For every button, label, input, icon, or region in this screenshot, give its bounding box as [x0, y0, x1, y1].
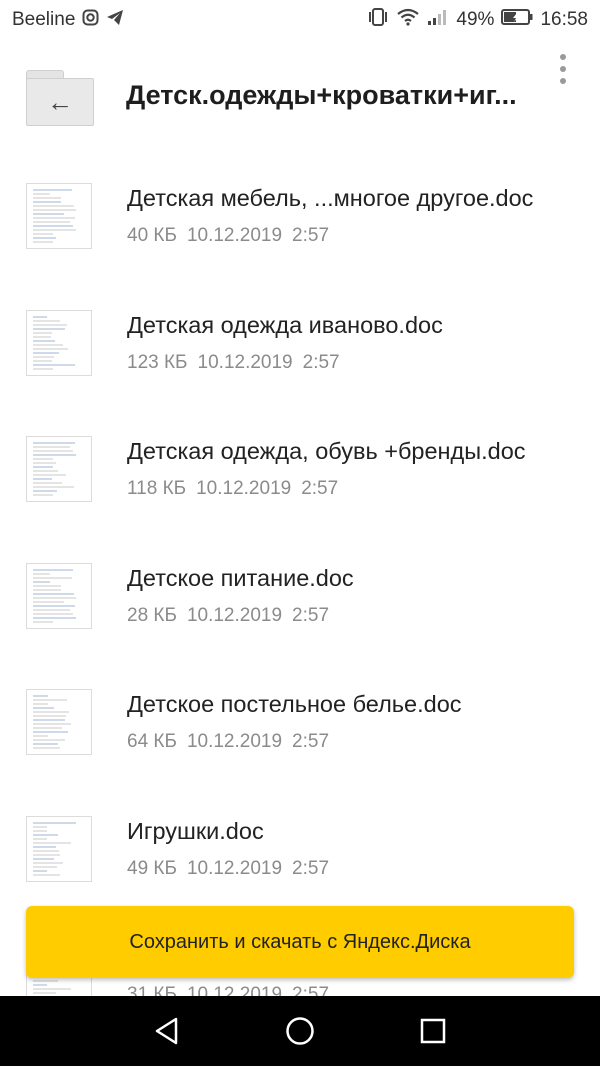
file-meta: 123 КБ 10.12.2019 2:57	[127, 352, 340, 373]
file-name: Детское питание.doc	[127, 565, 354, 591]
battery-percent: 49%	[456, 9, 495, 30]
file-meta: 28 КБ 10.12.2019 2:57	[127, 605, 330, 626]
folder-title: Детск.одежды+кроватки+иг...	[126, 80, 517, 110]
battery-icon	[501, 9, 533, 31]
list-item[interactable]: Детская одежда, обувь +бренды.doc 118 КБ…	[0, 436, 600, 562]
file-meta: 40 КБ 10.12.2019 2:57	[127, 225, 330, 246]
recents-nav-icon[interactable]	[418, 1016, 448, 1046]
doc-thumbnail-icon	[26, 183, 92, 249]
list-item[interactable]: Детское питание.doc 28 КБ 10.12.2019 2:57	[0, 563, 600, 689]
file-meta: 49 КБ 10.12.2019 2:57	[127, 858, 330, 879]
file-name: Игрушки.doc	[127, 818, 264, 844]
doc-thumbnail-icon	[26, 310, 92, 376]
home-nav-icon[interactable]	[285, 1016, 315, 1046]
list-item[interactable]: Детская одежда иваново.doc 123 КБ 10.12.2…	[0, 310, 600, 436]
signal-icon	[427, 8, 449, 32]
clock: 16:58	[540, 9, 588, 30]
doc-thumbnail-icon	[26, 689, 92, 755]
doc-thumbnail-icon	[26, 563, 92, 629]
wifi-icon	[396, 8, 420, 32]
instagram-icon	[82, 9, 99, 32]
header: ← Детск.одежды+кроватки+иг...	[0, 40, 600, 150]
doc-thumbnail-icon	[26, 816, 92, 882]
file-list: Детская мебель, ...многое другое.doc 40 …	[0, 150, 600, 1000]
file-name: Детская одежда иваново.doc	[127, 312, 443, 338]
file-meta: 64 КБ 10.12.2019 2:57	[127, 731, 330, 752]
save-to-disk-button[interactable]: Сохранить и скачать с Яндекс.Диска	[26, 906, 574, 978]
file-name: Детская мебель, ...многое другое.doc	[127, 185, 534, 211]
carrier-name: Beeline	[12, 9, 76, 30]
file-meta: 118 КБ 10.12.2019 2:57	[127, 478, 339, 499]
back-button[interactable]: ←	[26, 70, 94, 126]
more-menu-icon[interactable]	[555, 54, 571, 84]
list-item[interactable]: Детская мебель, ...многое другое.doc 40 …	[0, 183, 600, 309]
vibrate-icon	[367, 8, 389, 32]
back-nav-icon[interactable]	[152, 1016, 182, 1046]
doc-thumbnail-icon	[26, 436, 92, 502]
back-arrow-icon: ←	[26, 78, 94, 126]
telegram-icon	[106, 9, 124, 32]
list-item[interactable]: Детское постельное белье.doc 64 КБ 10.12.…	[0, 689, 600, 815]
navigation-bar	[0, 996, 600, 1066]
status-bar: Beeline 49% 16:58	[0, 0, 600, 40]
file-name: Детская одежда, обувь +бренды.doc	[127, 438, 526, 464]
file-name: Детское постельное белье.doc	[127, 691, 462, 717]
